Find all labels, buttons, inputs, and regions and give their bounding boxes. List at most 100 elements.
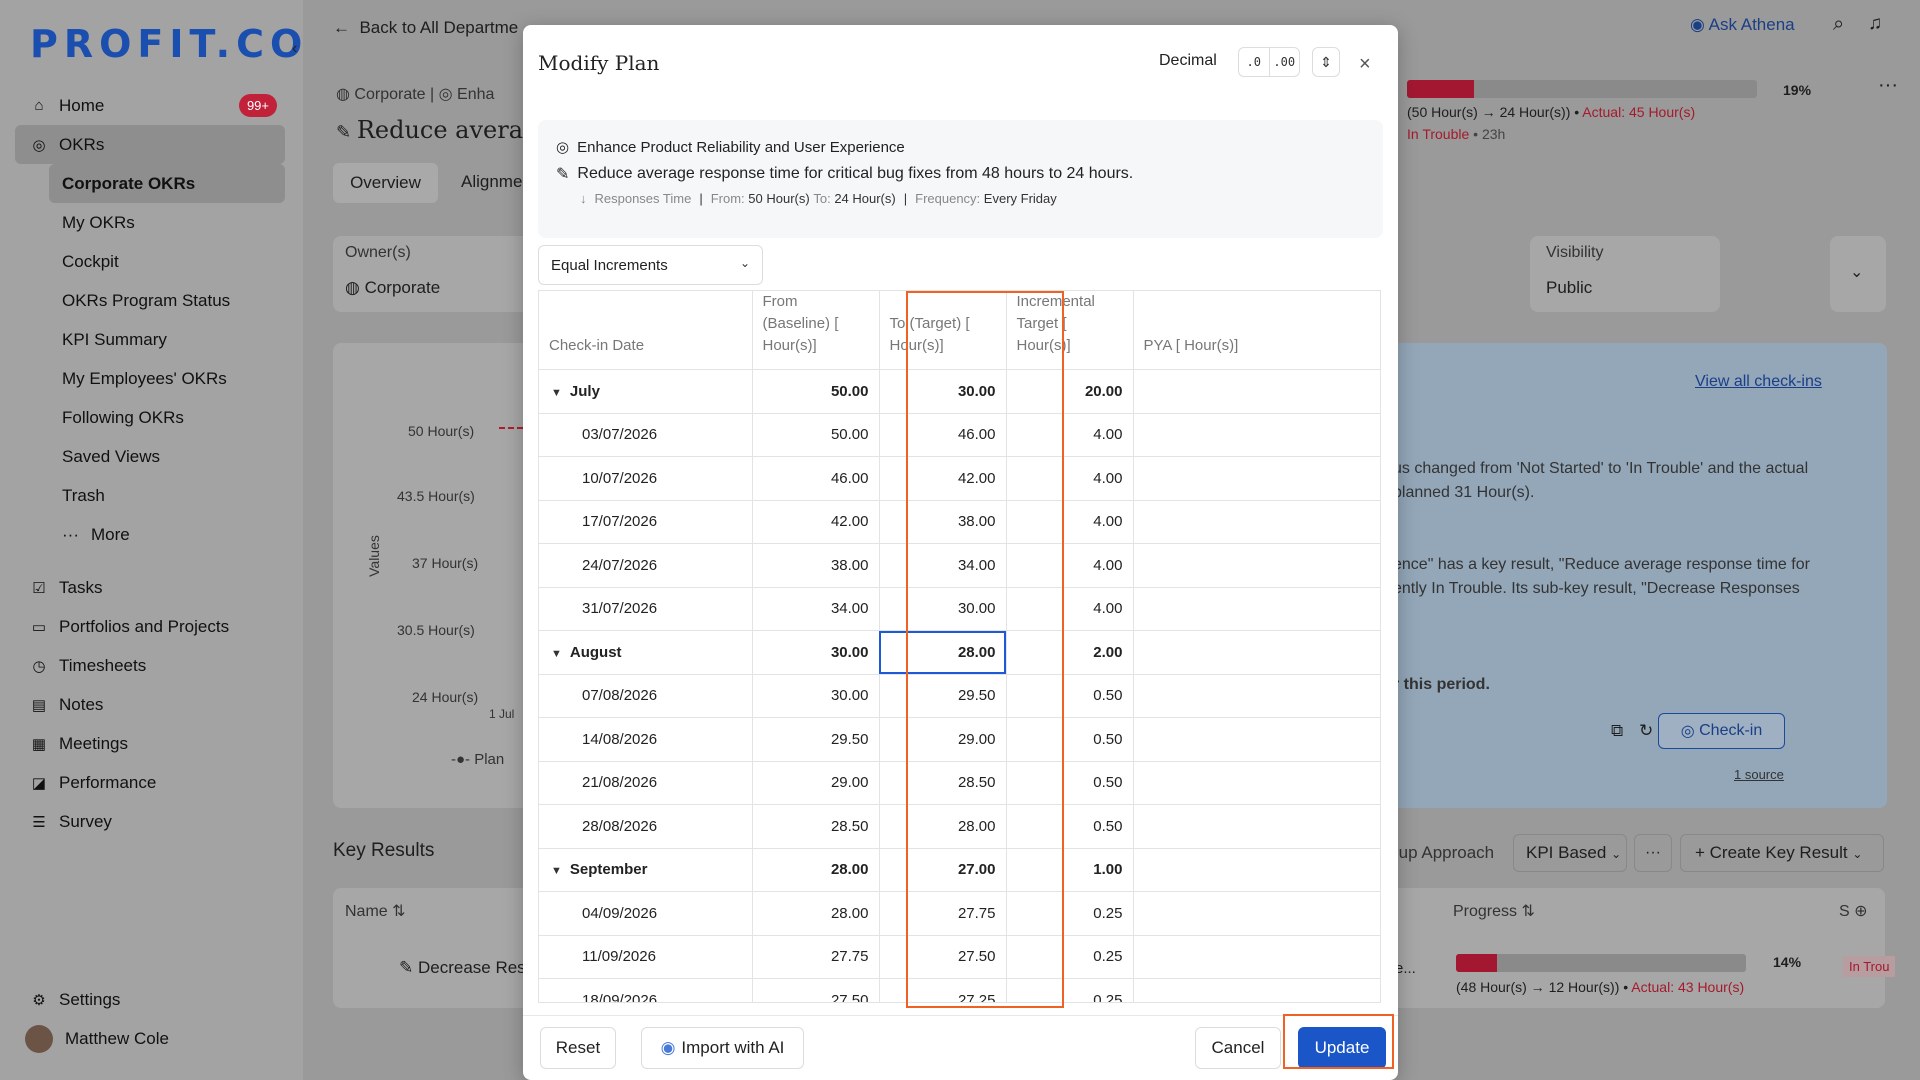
pya-cell[interactable]	[1133, 630, 1380, 675]
collapse-sidebar-icon[interactable]: ‹	[292, 40, 310, 58]
to-target-cell[interactable]: 27.75	[879, 891, 1007, 936]
to-target-cell[interactable]: 29.00	[879, 717, 1007, 762]
pya-cell[interactable]	[1133, 891, 1380, 936]
to-target-cell[interactable]: 28.00	[879, 804, 1007, 849]
increase-decimal-button[interactable]: .00	[1268, 48, 1300, 76]
cell-value: 28/08/2026	[582, 817, 658, 835]
checkin-date-cell: 10/07/2026	[539, 456, 753, 501]
reset-button[interactable]: Reset	[540, 1027, 616, 1069]
sidebar-item-trash[interactable]: Trash	[15, 476, 285, 515]
tab-alignment[interactable]: Alignme	[461, 172, 522, 192]
kpi-based-dropdown[interactable]: KPI Based ⌄	[1513, 834, 1627, 872]
plan-line	[499, 427, 523, 429]
cell-value: 24/07/2026	[582, 556, 658, 574]
from-baseline-cell: 46.00	[752, 456, 880, 501]
to-target-cell[interactable]: 27.50	[879, 935, 1007, 979]
checkin-date-cell[interactable]: ▼ August	[539, 630, 753, 675]
chart-legend[interactable]: -●- Plan	[451, 751, 504, 768]
sidebar-item-label: Home	[59, 95, 105, 115]
to-target-cell[interactable]: 42.00	[879, 456, 1007, 501]
expand-collapse-icon[interactable]: ⇕	[1312, 47, 1340, 77]
tab-overview[interactable]: Overview	[333, 163, 438, 203]
search-icon[interactable]: ⌕	[1833, 13, 1844, 36]
summary-line: planned 31 Hour(s).	[1393, 484, 1535, 501]
to-target-cell[interactable]: 27.25	[879, 978, 1007, 1002]
more-options-icon[interactable]: ···	[1878, 74, 1898, 97]
checkin-date-cell[interactable]: ▼ July	[539, 369, 753, 414]
back-link[interactable]: ← Back to All Departme	[333, 18, 518, 38]
cell-value: 20.00	[1084, 382, 1123, 400]
to-target-cell[interactable]: 27.00	[879, 848, 1007, 892]
pya-cell[interactable]	[1133, 413, 1380, 457]
expand-card[interactable]: ⌄	[1830, 236, 1886, 312]
distribution-dropdown[interactable]: Equal Increments ⌄	[538, 245, 763, 285]
sidebar-item-performance[interactable]: ◪ Performance	[15, 763, 285, 802]
to-target-cell[interactable]: 28.00	[879, 630, 1007, 675]
pya-cell[interactable]	[1133, 978, 1380, 1002]
sidebar-item-kpi-summary[interactable]: KPI Summary	[15, 320, 285, 359]
more-actions-button[interactable]: ···	[1634, 834, 1672, 872]
sidebar-item-survey[interactable]: ☰ Survey	[15, 802, 285, 841]
pya-cell[interactable]	[1133, 717, 1380, 762]
cell-value: 42.00	[957, 469, 996, 487]
pya-cell[interactable]	[1133, 456, 1380, 501]
sidebar-item-cockpit[interactable]: Cockpit	[15, 242, 285, 281]
summary-line: r this period.	[1393, 676, 1490, 693]
pya-cell[interactable]	[1133, 500, 1380, 544]
key-result-name[interactable]: ✎ Decrease Res	[399, 958, 526, 978]
sidebar-item-portfolios[interactable]: ▭ Portfolios and Projects	[15, 607, 285, 646]
pya-cell[interactable]	[1133, 543, 1380, 588]
check-in-button[interactable]: ◎ Check-in	[1658, 713, 1785, 749]
sidebar-item-more[interactable]: ··· More	[15, 515, 285, 554]
sidebar-item-okrs[interactable]: ◎ OKRs	[15, 125, 285, 164]
to-target-cell[interactable]: 30.00	[879, 587, 1007, 631]
to-target-cell[interactable]: 34.00	[879, 543, 1007, 588]
pya-cell[interactable]	[1133, 804, 1380, 849]
sidebar-item-timesheets[interactable]: ◷ Timesheets	[15, 646, 285, 685]
ask-athena-button[interactable]: ◉ Ask Athena	[1690, 15, 1795, 35]
bell-icon[interactable]: ♫	[1868, 13, 1882, 35]
pya-cell[interactable]	[1133, 761, 1380, 805]
sidebar-item-notes[interactable]: ▤ Notes	[15, 685, 285, 724]
expand-caret-icon[interactable]: ▼	[551, 648, 562, 660]
pya-cell[interactable]	[1133, 674, 1380, 718]
sidebar-item-my-employees-okrs[interactable]: My Employees' OKRs	[15, 359, 285, 398]
sidebar-item-meetings[interactable]: ▦ Meetings	[15, 724, 285, 763]
kr-progress-pct: 14%	[1773, 954, 1802, 970]
checkin-date-cell[interactable]: ▼ September	[539, 848, 753, 892]
to-target-cell[interactable]: 29.50	[879, 674, 1007, 718]
to-target-cell[interactable]: 38.00	[879, 500, 1007, 544]
sidebar-item-corporate-okrs[interactable]: Corporate OKRs	[49, 164, 285, 203]
to-target-cell[interactable]: 46.00	[879, 413, 1007, 457]
create-key-result-button[interactable]: + Create Key Result ⌄	[1680, 834, 1884, 872]
source-link[interactable]: 1 source	[1734, 767, 1784, 782]
add-column-icon[interactable]: ⊕	[1854, 903, 1867, 920]
import-with-ai-button[interactable]: ◉ Import with AI	[641, 1027, 804, 1069]
expand-caret-icon[interactable]: ▼	[551, 387, 562, 399]
sidebar-item-okrs-program-status[interactable]: OKRs Program Status	[15, 281, 285, 320]
pya-cell[interactable]	[1133, 935, 1380, 979]
sidebar-item-label: Timesheets	[59, 655, 147, 675]
decrease-decimal-button[interactable]: .0	[1239, 48, 1269, 76]
column-header-progress[interactable]: Progress ⇅	[1453, 901, 1535, 921]
metric-line: ↓ Responses Time | From: 50 Hour(s) To: …	[580, 191, 1057, 206]
to-target-cell[interactable]: 30.00	[879, 369, 1007, 414]
sidebar-item-my-okrs[interactable]: My OKRs	[15, 203, 285, 242]
close-icon[interactable]: ×	[1359, 53, 1371, 76]
sidebar-item-following-okrs[interactable]: Following OKRs	[15, 398, 285, 437]
copy-icon[interactable]: ⧉	[1611, 721, 1623, 741]
view-all-checkins-link[interactable]: View all check-ins	[1695, 373, 1822, 391]
sidebar-item-home[interactable]: ⌂ Home 99+	[15, 86, 285, 125]
sidebar-item-settings[interactable]: ⚙ Settings	[15, 980, 285, 1019]
expand-caret-icon[interactable]: ▼	[551, 865, 562, 877]
column-header-name[interactable]: Name ⇅	[345, 901, 406, 921]
to-target-cell[interactable]: 28.50	[879, 761, 1007, 805]
sidebar-item-tasks[interactable]: ☑ Tasks	[15, 568, 285, 607]
pya-cell[interactable]	[1133, 587, 1380, 631]
cancel-button[interactable]: Cancel	[1195, 1027, 1281, 1069]
refresh-icon[interactable]: ↻	[1639, 721, 1653, 741]
user-profile[interactable]: Matthew Cole	[15, 1019, 285, 1058]
pya-cell[interactable]	[1133, 369, 1380, 414]
pya-cell[interactable]	[1133, 848, 1380, 892]
sidebar-item-saved-views[interactable]: Saved Views	[15, 437, 285, 476]
